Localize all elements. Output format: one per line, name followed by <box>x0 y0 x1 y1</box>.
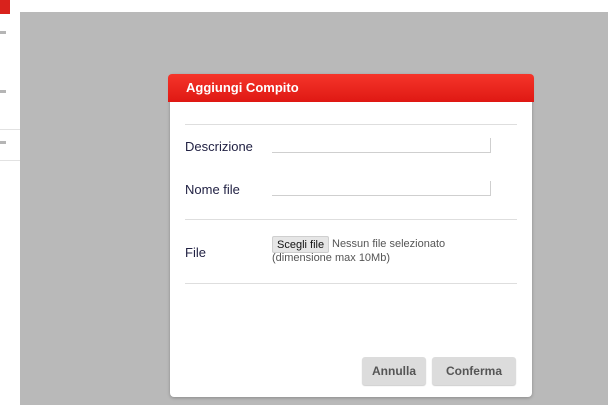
dialog-title: Aggiungi Compito <box>168 74 534 102</box>
max-size-note: (dimensione max 10Mb) <box>272 252 390 264</box>
background-header-fragment <box>0 0 10 14</box>
background-divider <box>0 160 20 161</box>
background-text-fragment <box>0 31 6 34</box>
file-label: File <box>185 245 206 260</box>
background-text-fragment <box>0 141 6 144</box>
description-field[interactable] <box>272 138 491 153</box>
no-file-selected-text: Nessun file selezionato <box>332 238 446 250</box>
background-divider <box>0 129 20 130</box>
divider <box>185 283 517 284</box>
add-task-dialog: Aggiungi Compito Descrizione Nome file F… <box>168 74 534 397</box>
background-text-fragment <box>0 90 6 93</box>
choose-file-button[interactable]: Scegli file <box>272 236 330 253</box>
divider <box>185 124 517 125</box>
background-page <box>0 0 20 405</box>
divider <box>185 219 517 220</box>
filename-label: Nome file <box>185 182 240 197</box>
confirm-button[interactable]: Conferma <box>432 357 516 385</box>
cancel-button[interactable]: Annulla <box>362 357 426 385</box>
modal-overlay[interactable]: Aggiungi Compito Descrizione Nome file F… <box>20 12 608 405</box>
filename-field[interactable] <box>272 181 491 196</box>
description-label: Descrizione <box>185 139 253 154</box>
